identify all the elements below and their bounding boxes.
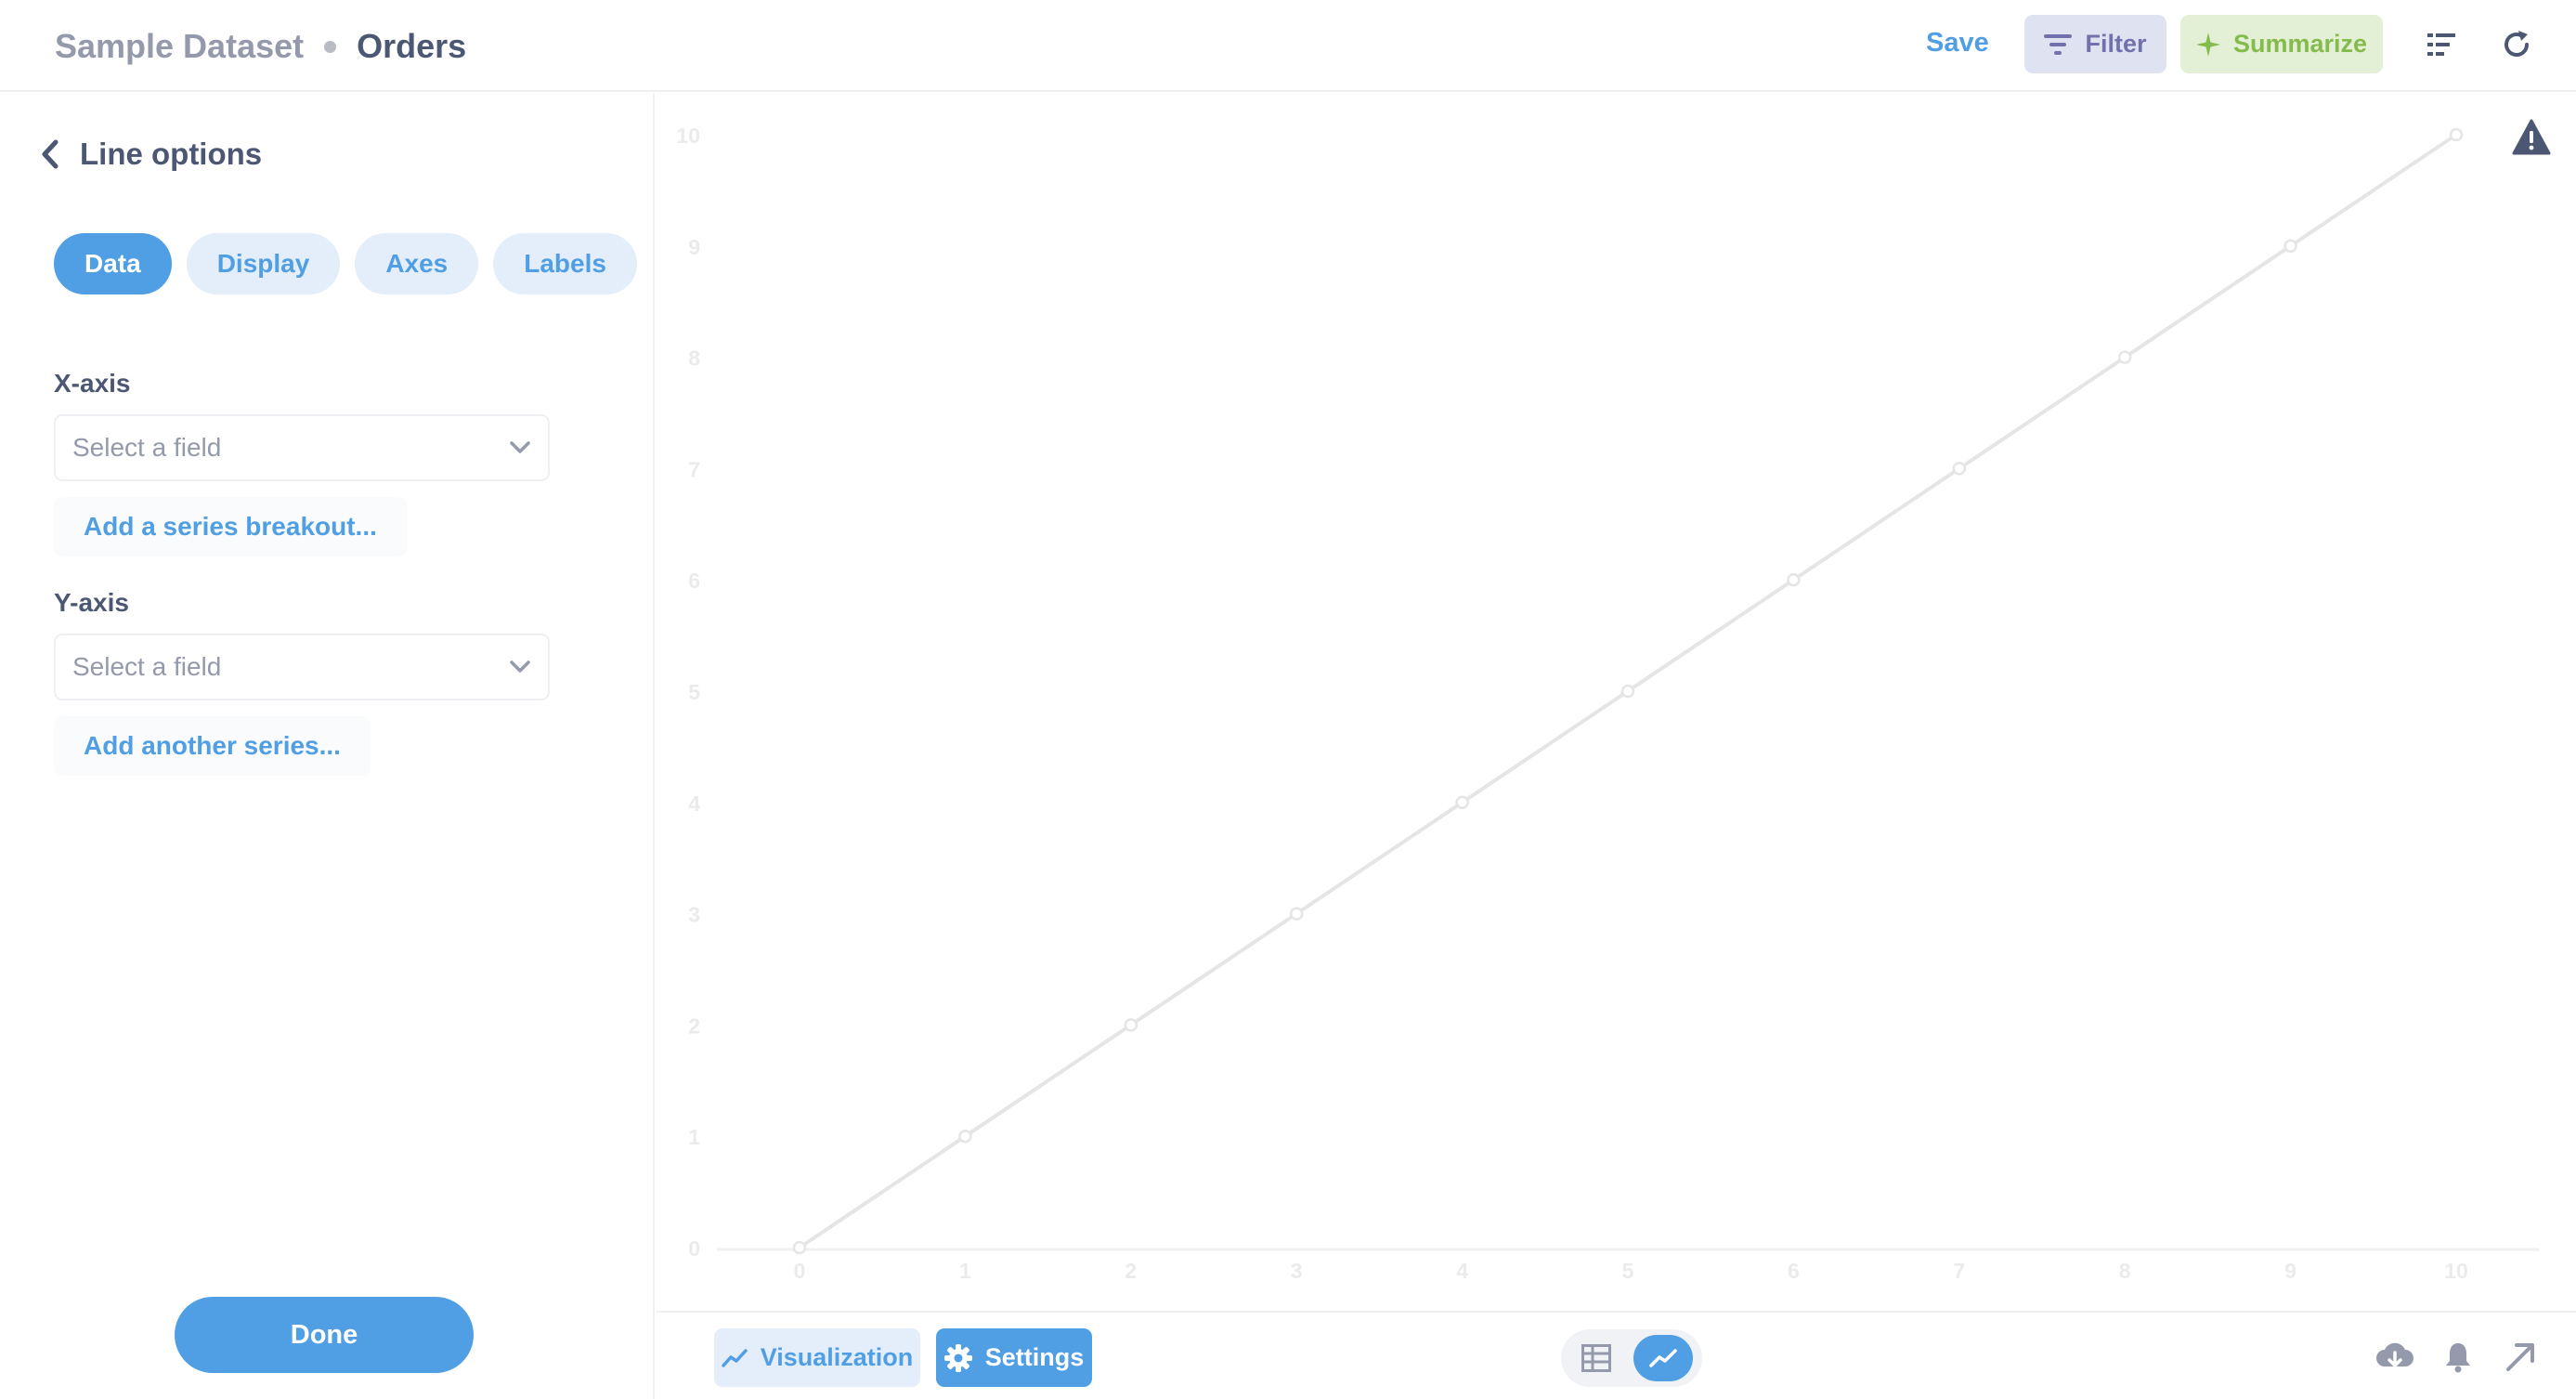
breadcrumb: Sample Dataset Orders: [55, 22, 466, 71]
gear-icon: [943, 1343, 972, 1372]
table-icon: [1581, 1344, 1611, 1372]
sparkle-icon: [2195, 32, 2220, 57]
data-point: [2449, 127, 2464, 142]
notebook-toggle-icon[interactable]: [2423, 26, 2460, 63]
y-tick-label: 8: [688, 346, 700, 371]
y-tick-label: 3: [688, 903, 700, 927]
y-tick-label: 6: [688, 569, 700, 593]
x-axis-placeholder: Select a field: [72, 433, 222, 462]
x-tick-label: 1: [959, 1259, 971, 1283]
x-tick-label: 10: [2444, 1259, 2468, 1283]
x-axis-field-select[interactable]: Select a field: [54, 414, 550, 481]
x-tick-label: 8: [2119, 1259, 2131, 1283]
x-axis-label: X-axis: [54, 369, 131, 398]
y-tick-label: 2: [688, 1013, 700, 1038]
y-tick-label: 5: [688, 680, 700, 704]
filter-label: Filter: [2085, 30, 2147, 58]
add-another-series-button[interactable]: Add another series...: [54, 716, 371, 776]
data-point: [2283, 239, 2297, 254]
x-tick-label: 2: [1125, 1259, 1137, 1283]
x-tick-label: 4: [1456, 1259, 1468, 1283]
add-series-breakout-button[interactable]: Add a series breakout...: [54, 497, 407, 556]
x-tick-label: 0: [794, 1259, 806, 1283]
filter-icon: [2044, 33, 2073, 55]
visualization-button[interactable]: Visualization: [714, 1328, 920, 1387]
y-tick-label: 7: [688, 457, 700, 481]
tab-data[interactable]: Data: [54, 233, 172, 294]
y-axis-field-select[interactable]: Select a field: [54, 634, 550, 700]
line-chart: 0 1 2 3 4 5 6 7 8 9 10 0 1 2 3 4 5 6 7 8 9 10: [676, 124, 2539, 1283]
chart-view-toggle[interactable]: [1633, 1335, 1693, 1381]
data-point: [958, 1129, 972, 1144]
visualization-label: Visualization: [760, 1343, 914, 1371]
chevron-down-icon: [510, 660, 530, 673]
visualization-area: 0 1 2 3 4 5 6 7 8 9 10 0 1 2 3 4 5 6 7 8 9 10: [657, 94, 2576, 1313]
tab-labels[interactable]: Labels: [493, 233, 637, 294]
query-footer: Visualization Settings: [657, 1311, 2576, 1399]
back-to-visualization[interactable]: Line options: [41, 137, 262, 172]
breadcrumb-database[interactable]: Sample Dataset: [55, 27, 304, 66]
data-point: [1952, 462, 1967, 476]
tab-display[interactable]: Display: [186, 233, 341, 294]
x-tick-label: 3: [1291, 1259, 1303, 1283]
data-point: [1455, 795, 1469, 810]
y-axis-placeholder: Select a field: [72, 652, 222, 681]
display-toggle: [1561, 1329, 1702, 1387]
download-icon[interactable]: [2375, 1339, 2414, 1376]
chevron-left-icon: [42, 139, 59, 169]
refresh-icon[interactable]: [2498, 26, 2535, 63]
y-tick-label: 10: [676, 124, 700, 148]
summarize-label: Summarize: [2232, 30, 2368, 58]
y-tick-label: 4: [688, 791, 700, 816]
data-point: [1289, 907, 1304, 921]
data-point: [1787, 572, 1801, 587]
done-button[interactable]: Done: [175, 1297, 474, 1373]
x-tick-label: 9: [2284, 1259, 2296, 1283]
warning-icon[interactable]: [2512, 119, 2551, 156]
query-header: Sample Dataset Orders Save Filter Summar…: [0, 0, 2576, 92]
settings-tabs: Data Display Axes Labels: [54, 233, 637, 294]
y-axis-label: Y-axis: [54, 588, 129, 617]
tab-axes[interactable]: Axes: [355, 233, 479, 294]
settings-button[interactable]: Settings: [936, 1328, 1092, 1387]
data-point: [1620, 684, 1635, 699]
save-button[interactable]: Save: [1926, 28, 1989, 59]
x-tick-label: 5: [1622, 1259, 1634, 1283]
chart-settings-sidebar: Line options Data Display Axes Labels X-…: [0, 94, 655, 1399]
y-tick-label: 1: [688, 1125, 700, 1149]
table-view-toggle[interactable]: [1576, 1339, 1617, 1378]
x-tick-label: 7: [1953, 1259, 1965, 1283]
chevron-down-icon: [510, 441, 530, 453]
sidebar-title: Line options: [80, 137, 263, 171]
filter-button[interactable]: Filter: [2024, 15, 2166, 73]
breadcrumb-separator: [324, 40, 337, 53]
line-chart-icon: [1649, 1349, 1677, 1367]
y-tick-label: 9: [688, 235, 700, 259]
data-point: [1124, 1018, 1138, 1032]
settings-label: Settings: [984, 1343, 1085, 1371]
expand-arrow-icon[interactable]: [2501, 1339, 2540, 1376]
summarize-button[interactable]: Summarize: [2180, 15, 2383, 73]
data-point: [2117, 350, 2132, 364]
y-tick-label: 0: [688, 1236, 700, 1261]
breadcrumb-table[interactable]: Orders: [357, 27, 466, 66]
data-point: [792, 1240, 807, 1255]
line-chart-icon: [721, 1348, 748, 1367]
bell-icon[interactable]: [2439, 1339, 2478, 1376]
x-tick-label: 6: [1788, 1259, 1800, 1283]
